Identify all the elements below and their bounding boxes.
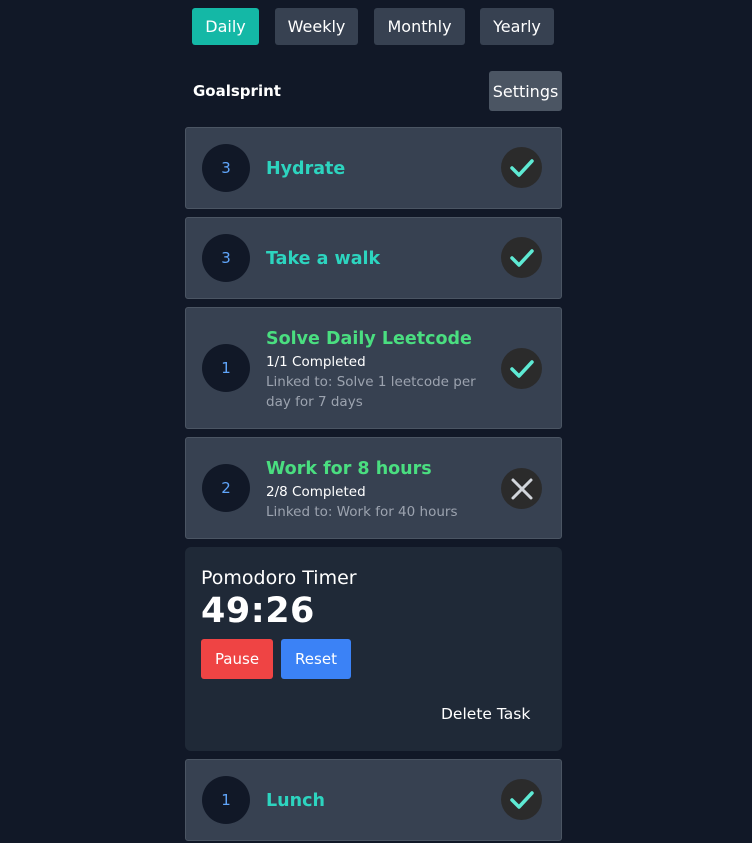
- task-body: Work for 8 hours 2/8 Completed Linked to…: [266, 458, 476, 522]
- settings-button[interactable]: Settings: [489, 71, 562, 111]
- task-count: 1: [202, 344, 250, 392]
- task-linked-goal: Linked to: Work for 40 hours: [266, 504, 458, 520]
- task-body: Solve Daily Leetcode 1/1 Completed Linke…: [266, 328, 476, 412]
- task-card: 3 Hydrate: [185, 127, 562, 209]
- task-complete-toggle[interactable]: [501, 468, 542, 509]
- reset-button[interactable]: Reset: [281, 639, 351, 679]
- task-complete-toggle[interactable]: [501, 147, 542, 188]
- task-complete-toggle[interactable]: [501, 237, 542, 278]
- check-icon: [509, 248, 534, 267]
- delete-task-button[interactable]: Delete Task: [441, 705, 530, 723]
- task-body: Take a walk: [266, 248, 476, 270]
- pomodoro-time: 49:26: [201, 591, 315, 631]
- task-linked-goal: Linked to: Solve 1 leetcode per day for …: [266, 374, 476, 410]
- pause-button[interactable]: Pause: [201, 639, 273, 679]
- task-body: Hydrate: [266, 158, 476, 180]
- tab-daily[interactable]: Daily: [192, 8, 259, 45]
- task-title: Solve Daily Leetcode: [266, 329, 472, 349]
- task-progress: 2/8 Completed: [266, 484, 366, 500]
- task-body: Lunch: [266, 790, 476, 812]
- pomodoro-panel: Pomodoro Timer 49:26 Pause Reset Delete …: [185, 547, 562, 751]
- task-card: 2 Work for 8 hours 2/8 Completed Linked …: [185, 437, 562, 539]
- task-title: Lunch: [266, 791, 325, 811]
- task-title: Hydrate: [266, 159, 346, 179]
- task-count: 1: [202, 776, 250, 824]
- app-root: Daily Weekly Monthly Yearly Goalsprint S…: [0, 0, 752, 843]
- check-icon: [509, 359, 534, 378]
- task-count: 2: [202, 464, 250, 512]
- check-icon: [509, 790, 534, 809]
- task-complete-toggle[interactable]: [501, 348, 542, 389]
- task-count: 3: [202, 144, 250, 192]
- tab-weekly[interactable]: Weekly: [275, 8, 358, 45]
- task-count: 3: [202, 234, 250, 282]
- task-title: Take a walk: [266, 249, 381, 269]
- task-title: Work for 8 hours: [266, 459, 432, 479]
- tab-yearly[interactable]: Yearly: [480, 8, 554, 45]
- task-card: 1 Solve Daily Leetcode 1/1 Completed Lin…: [185, 307, 562, 429]
- check-icon: [509, 158, 534, 177]
- tab-monthly[interactable]: Monthly: [374, 8, 465, 45]
- pomodoro-title: Pomodoro Timer: [201, 567, 357, 589]
- task-card: 1 Lunch: [185, 759, 562, 841]
- close-icon: [511, 478, 532, 499]
- task-progress: 1/1 Completed: [266, 354, 366, 370]
- task-card: 3 Take a walk: [185, 217, 562, 299]
- task-complete-toggle[interactable]: [501, 779, 542, 820]
- app-brand: Goalsprint: [193, 82, 281, 100]
